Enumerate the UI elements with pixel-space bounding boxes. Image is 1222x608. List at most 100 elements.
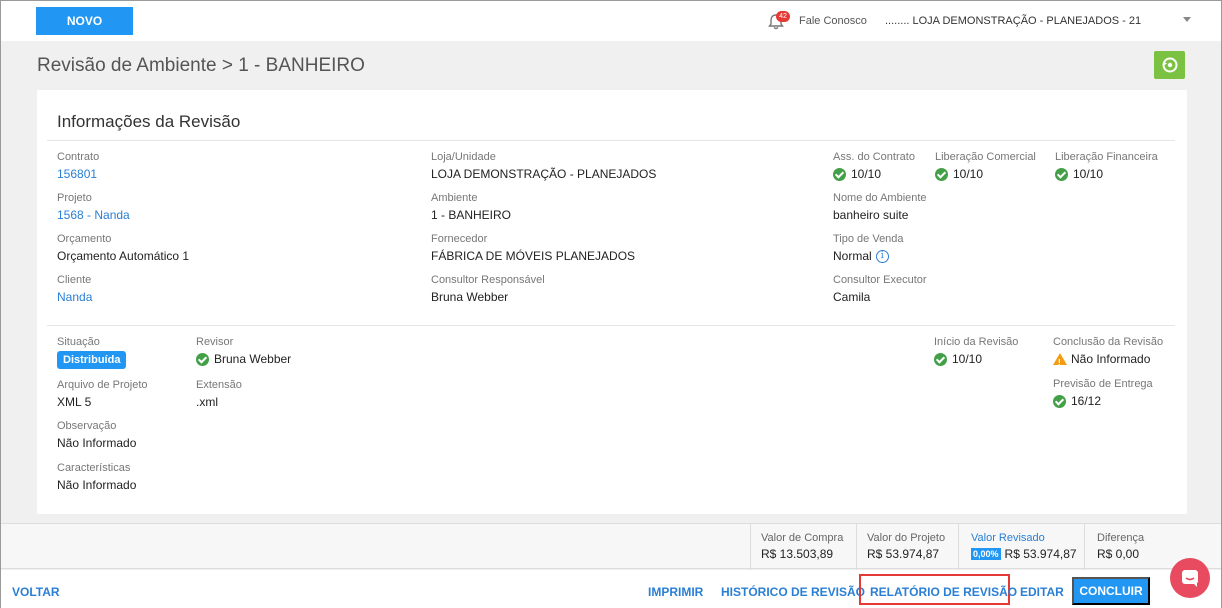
field-cliente: Cliente Nanda — [57, 273, 92, 305]
total-value: R$ 53.974,87 — [867, 547, 940, 561]
field-label: Situação — [57, 336, 100, 348]
cliente-link[interactable]: Nanda — [57, 289, 92, 305]
field-value: Não Informado — [57, 436, 137, 450]
action-bar: VOLTAR IMPRIMIR HISTÓRICO DE REVISÃO REL… — [1, 570, 1221, 608]
field-observacao: Observação Não Informado — [57, 419, 136, 451]
total-label: Valor Revisado — [971, 532, 1045, 544]
field-value: Normal — [833, 249, 872, 263]
warning-icon: ! — [1053, 353, 1067, 367]
revision-info-card: Informações da Revisão Contrato 156801 P… — [37, 90, 1187, 514]
status-badge: Distribuída — [57, 351, 127, 369]
relatorio-revisao-button[interactable]: RELATÓRIO DE REVISÃO — [870, 585, 1017, 599]
concluir-button[interactable]: CONCLUIR — [1072, 577, 1150, 605]
total-value: R$ 53.974,87 — [1004, 547, 1077, 561]
field-label: Loja/Unidade — [431, 151, 496, 163]
field-nome-ambiente: Nome do Ambiente banheiro suite — [833, 191, 927, 223]
field-label: Ambiente — [431, 192, 478, 204]
editar-button[interactable]: EDITAR — [1020, 585, 1064, 599]
refresh-cycle-icon — [1162, 57, 1177, 73]
refresh-button[interactable] — [1154, 51, 1185, 79]
chat-button[interactable] — [1170, 558, 1210, 598]
field-label: Liberação Financeira — [1055, 151, 1158, 163]
field-label: Projeto — [57, 192, 92, 204]
field-loja: Loja/Unidade LOJA DEMONSTRAÇÃO - PLANEJA… — [431, 150, 656, 182]
field-value: Bruna Webber — [431, 290, 509, 304]
field-value: 10/10 — [953, 167, 984, 181]
field-value: 10/10 — [952, 352, 983, 366]
historico-revisao-button[interactable]: HISTÓRICO DE REVISÃO — [721, 585, 865, 599]
field-ambiente: Ambiente 1 - BANHEIRO — [431, 191, 511, 223]
check-circle-icon — [1055, 167, 1068, 181]
field-value: 10/10 — [851, 167, 882, 181]
field-ass-contrato: Ass. do Contrato 10/10 — [833, 150, 915, 182]
field-label: Ass. do Contrato — [833, 151, 915, 163]
field-label: Observação — [57, 420, 117, 432]
check-circle-icon — [935, 167, 948, 181]
top-bar: NOVO 42 Fale Conosco ........ LOJA DEMON… — [1, 1, 1221, 41]
field-label: Contrato — [57, 151, 100, 163]
field-value: 1 - BANHEIRO — [431, 208, 512, 222]
total-label: Diferença — [1097, 532, 1145, 544]
field-previsao-entrega: Previsão de Entrega 16/12 — [1053, 377, 1153, 409]
info-icon[interactable]: i — [875, 249, 889, 263]
field-label: Revisor — [196, 336, 234, 348]
field-value: Não Informado — [1071, 352, 1151, 366]
field-value: XML 5 — [57, 395, 92, 409]
field-label: Liberação Comercial — [935, 151, 1036, 163]
field-label: Arquivo de Projeto — [57, 379, 148, 391]
field-label: Nome do Ambiente — [833, 192, 927, 204]
field-value: banheiro suite — [833, 208, 909, 222]
field-revisor: Revisor Bruna Webber — [196, 335, 291, 367]
field-contrato: Contrato 156801 — [57, 150, 99, 182]
projeto-link[interactable]: 1568 - Nanda — [57, 207, 130, 223]
total-label: Valor de Compra — [761, 532, 844, 544]
voltar-button[interactable]: VOLTAR — [12, 585, 60, 599]
field-caracteristicas: Características Não Informado — [57, 461, 136, 493]
field-tipo-venda: Tipo de Venda Normal i — [833, 232, 904, 264]
field-consultor-executor: Consultor Executor Camila — [833, 273, 927, 305]
field-value: 16/12 — [1071, 394, 1102, 408]
total-label: Valor do Projeto — [867, 532, 946, 544]
fale-conosco-link[interactable]: Fale Conosco — [799, 15, 867, 27]
chevron-down-icon — [1183, 17, 1191, 22]
field-label: Características — [57, 462, 131, 474]
store-selector-label: ........ LOJA DEMONSTRAÇÃO - PLANEJADOS … — [885, 15, 1142, 27]
imprimir-button[interactable]: IMPRIMIR — [648, 585, 703, 599]
field-projeto: Projeto 1568 - Nanda — [57, 191, 130, 223]
field-label: Cliente — [57, 274, 92, 286]
field-liberacao-financeira: Liberação Financeira 10/10 — [1055, 150, 1158, 182]
field-value: .xml — [196, 395, 218, 409]
contrato-link[interactable]: 156801 — [57, 166, 99, 182]
field-consultor-responsavel: Consultor Responsável Bruna Webber — [431, 273, 545, 305]
field-liberacao-comercial: Liberação Comercial 10/10 — [935, 150, 1036, 182]
divider — [47, 140, 1175, 141]
store-selector[interactable]: ........ LOJA DEMONSTRAÇÃO - PLANEJADOS … — [885, 15, 1191, 27]
field-conclusao-revisao: Conclusão da Revisão ! Não Informado — [1053, 335, 1163, 367]
check-circle-icon — [934, 352, 947, 366]
divider — [47, 325, 1175, 326]
notification-count-badge: 42 — [776, 11, 790, 22]
field-value: Camila — [833, 290, 871, 304]
field-value: Não Informado — [57, 478, 137, 492]
field-value: LOJA DEMONSTRAÇÃO - PLANEJADOS — [431, 167, 657, 181]
field-label: Tipo de Venda — [833, 233, 904, 245]
novo-button[interactable]: NOVO — [36, 7, 133, 35]
field-value: 10/10 — [1073, 167, 1104, 181]
field-label: Conclusão da Revisão — [1053, 336, 1164, 348]
total-value: R$ 13.503,89 — [761, 547, 834, 561]
page-title: Revisão de Ambiente > 1 - BANHEIRO — [37, 55, 365, 76]
field-extensao: Extensão .xml — [196, 378, 242, 410]
field-label: Início da Revisão — [934, 336, 1019, 348]
field-label: Previsão de Entrega — [1053, 378, 1153, 390]
field-value: Orçamento Automático 1 — [57, 249, 190, 263]
percent-badge: 0,00% — [971, 548, 1001, 560]
field-label: Extensão — [196, 379, 242, 391]
field-arquivo-projeto: Arquivo de Projeto XML 5 — [57, 378, 148, 410]
field-situacao: Situação Distribuída — [57, 335, 127, 369]
total-valor-revisado: Valor Revisado 0,00% R$ 53.974,87 — [958, 524, 1084, 570]
field-value: Bruna Webber — [214, 352, 292, 366]
totals-bar: Valor de Compra R$ 13.503,89 Valor do Pr… — [1, 523, 1221, 570]
chat-icon — [1182, 570, 1198, 587]
field-label: Fornecedor — [431, 233, 488, 245]
total-value: R$ 0,00 — [1097, 547, 1140, 561]
